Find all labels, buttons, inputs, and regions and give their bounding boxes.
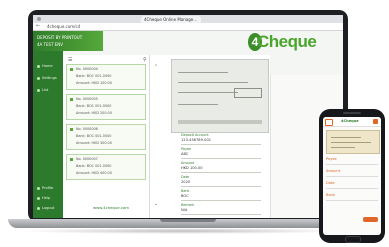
footer-link[interactable]: www.4cheque.com xyxy=(93,205,129,210)
help-icon xyxy=(37,197,40,200)
card-line: Bank: BOC 001-0000 xyxy=(76,164,112,168)
field-value[interactable]: HKD 100.00 xyxy=(181,166,203,170)
cheque-line xyxy=(331,142,371,143)
header-line-1: DEPOSIT BY PRINTOUT xyxy=(37,35,83,40)
card-line: Amount: HKD 100.00 xyxy=(76,81,112,85)
card-line: Amount: HKD 300.00 xyxy=(76,141,112,145)
phone-divider xyxy=(326,200,378,201)
browser-tab[interactable]: 4Cheque Online Manage... xyxy=(141,16,201,23)
field-label: Bank xyxy=(181,189,190,193)
card-status-icon xyxy=(70,98,73,101)
header-line-2: 4A TEST ENV xyxy=(37,42,64,47)
browser-tab-bar: 4Cheque Online Manage... xyxy=(33,15,343,23)
field-label: Deposit Account xyxy=(181,133,209,137)
cheque-card[interactable]: No. 0000004 Bank: BOC 001-0000 Amount: H… xyxy=(66,64,146,90)
cheque-micr-band xyxy=(178,120,262,124)
menu-icon[interactable] xyxy=(373,119,378,124)
phone-row-label: Amount xyxy=(326,169,341,173)
card-line: No. 0000007 xyxy=(76,157,98,161)
sidebar-item-label: Help xyxy=(42,196,51,200)
cheque-card[interactable]: No. 0000007 Bank: BOC 001-0000 Amount: H… xyxy=(66,154,146,180)
cheque-line xyxy=(331,137,361,138)
field-underline xyxy=(181,200,261,201)
cheque-line xyxy=(178,104,218,105)
phone-submit-button[interactable] xyxy=(363,217,378,222)
card-line: No. 0000006 xyxy=(76,127,98,131)
search-icon[interactable]: ⚲ xyxy=(143,57,147,63)
laptop-notch xyxy=(160,219,216,222)
card-status-icon xyxy=(70,128,73,131)
card-line: Amount: HKD 400.00 xyxy=(76,171,112,175)
field-underline xyxy=(181,186,261,187)
phone-screen: 4Cheque Payee Amount Date Bank xyxy=(323,117,381,235)
sidebar: Home Settings List Profile Help Logout xyxy=(33,51,63,218)
field-label: Remark xyxy=(181,203,195,207)
field-value[interactable]: ABC xyxy=(181,152,188,156)
phone-divider xyxy=(326,164,378,165)
field-label: Amount xyxy=(181,161,195,165)
list-menu-icon[interactable]: ☰ xyxy=(68,57,72,63)
card-status-icon xyxy=(70,68,73,71)
sidebar-item-label: Settings xyxy=(42,76,57,80)
field-value[interactable]: N/A xyxy=(181,208,187,212)
phone-divider xyxy=(326,188,378,189)
chevron-up-icon[interactable]: ⌃ xyxy=(154,64,158,70)
chevron-down-icon[interactable]: ⌄ xyxy=(154,201,158,207)
card-status-icon xyxy=(70,158,73,161)
cheque-card[interactable]: No. 0000006 Bank: BOC 001-0000 Amount: H… xyxy=(66,124,146,150)
cheque-line xyxy=(331,147,355,148)
cheque-line xyxy=(178,72,228,73)
sidebar-item-label: Home xyxy=(42,64,53,68)
phone-row-label: Bank xyxy=(326,193,336,197)
browser-tab-label: 4Cheque Online Manage... xyxy=(144,17,198,22)
field-value[interactable]: BOC xyxy=(181,194,189,198)
laptop-screen: 4Cheque Online Manage... ← 4cheque.com/c… xyxy=(33,15,343,218)
logout-icon xyxy=(37,207,40,210)
cheque-image[interactable] xyxy=(171,59,269,133)
phone-row-label: Payee xyxy=(326,157,337,161)
cheque-line xyxy=(178,92,238,93)
address-bar[interactable]: ← 4cheque.com/c4 xyxy=(33,23,343,31)
back-icon[interactable] xyxy=(325,119,333,126)
home-icon xyxy=(37,65,40,68)
field-underline xyxy=(181,144,261,145)
field-underline xyxy=(181,158,261,159)
sidebar-item-label: Logout xyxy=(42,206,55,210)
cheque-card[interactable]: No. 0000005 Bank: BOC 001-0000 Amount: H… xyxy=(66,94,146,120)
field-value[interactable]: 123-456789-001 xyxy=(181,138,211,142)
app-header-bar: DEPOSIT BY PRINTOUT 4A TEST ENV xyxy=(33,31,103,51)
field-label: Payee xyxy=(181,147,192,151)
field-value[interactable]: 2020 xyxy=(181,180,190,184)
phone-row-label: Date xyxy=(326,181,335,185)
card-line: No. 0000004 xyxy=(76,67,98,71)
card-line: Bank: BOC 001-0000 xyxy=(76,74,112,78)
card-line: Bank: BOC 001-0000 xyxy=(76,134,112,138)
card-line: No. 0000005 xyxy=(76,97,98,101)
field-underline xyxy=(181,214,261,215)
phone-home-button[interactable] xyxy=(345,236,361,243)
field-underline xyxy=(181,172,261,173)
field-label: Date xyxy=(181,175,190,179)
back-arrow-icon[interactable]: ← xyxy=(36,24,40,29)
gear-icon xyxy=(37,77,40,80)
phone-speaker xyxy=(343,112,361,114)
phone-cheque-image[interactable] xyxy=(326,130,380,154)
cheque-amount-box xyxy=(234,88,262,98)
address-text: 4cheque.com/c4 xyxy=(47,24,81,29)
logo-text: Cheque xyxy=(257,32,317,51)
card-line: Amount: HKD 200.00 xyxy=(76,111,112,115)
user-icon xyxy=(37,187,40,190)
phone-title: 4Cheque xyxy=(341,119,359,123)
window-dot-icon xyxy=(37,17,41,21)
cheque-line xyxy=(178,82,248,83)
phone-divider xyxy=(326,176,378,177)
laptop-shadow xyxy=(18,228,348,234)
list-icon xyxy=(37,89,40,92)
card-line: Bank: BOC 001-0000 xyxy=(76,104,112,108)
phone-header: 4Cheque xyxy=(323,117,381,127)
sidebar-item-label: Profile xyxy=(42,186,54,190)
sidebar-item-label: List xyxy=(42,88,49,92)
